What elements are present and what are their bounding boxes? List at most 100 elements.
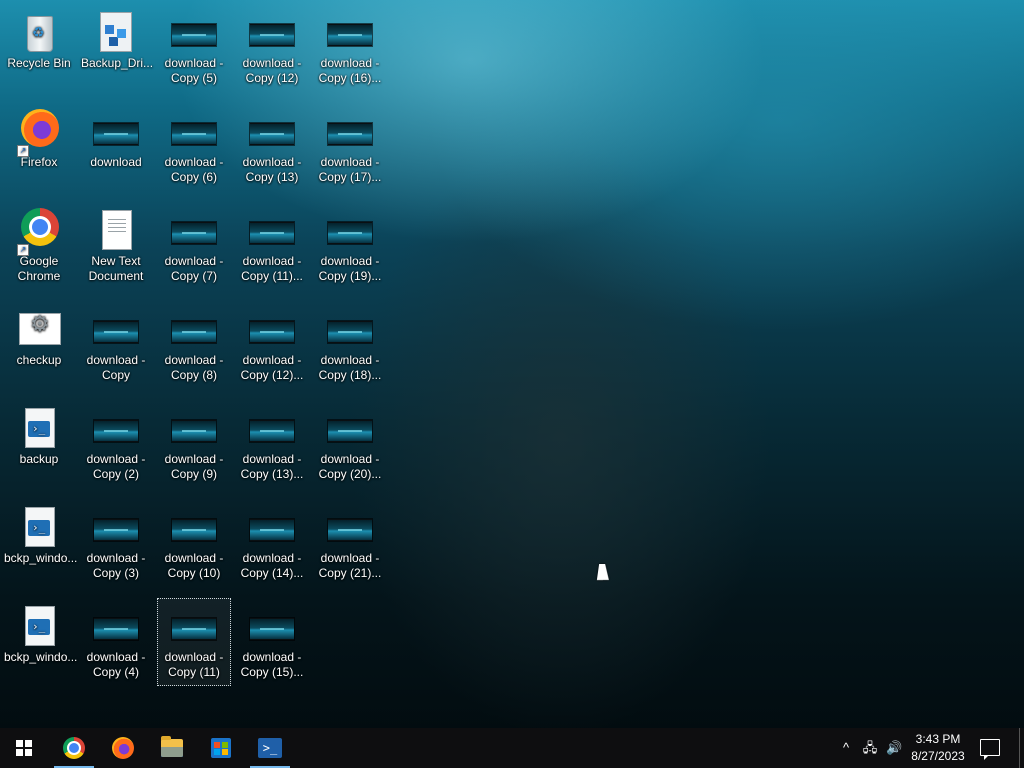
desktop-icon-download-copy-12-b[interactable]: download - Copy (12)... (235, 301, 309, 389)
image-thumbnail-icon (248, 604, 296, 648)
desktop-icon-checkup[interactable]: checkup (2, 301, 76, 389)
image-thumbnail-icon (248, 406, 296, 450)
image-thumbnail-icon (170, 505, 218, 549)
image-thumbnail-icon (326, 406, 374, 450)
icon-label: download - Copy (8) (164, 353, 224, 382)
desktop-icon-bckp-windows-2[interactable]: bckp_windo... (2, 598, 77, 686)
desktop-icon-download-copy-6[interactable]: download - Copy (6) (157, 103, 231, 191)
icon-label: download - Copy (4) (86, 650, 146, 679)
desktop-icon-download-copy[interactable]: download - Copy (79, 301, 153, 389)
folder-icon (161, 736, 183, 757)
desktop-icon-download-copy-13-b[interactable]: download - Copy (13)... (235, 400, 309, 488)
desktop-icon-download-copy-14[interactable]: download - Copy (14)... (235, 499, 309, 587)
desktop-icon-download-copy-4[interactable]: download - Copy (4) (79, 598, 153, 686)
volume-icon[interactable]: 🔊 (886, 740, 902, 756)
taskbar-file-explorer[interactable] (148, 728, 196, 768)
icon-label: download - Copy (12)... (240, 353, 304, 382)
desktop-icon-download-copy-11[interactable]: download - Copy (11) (157, 598, 231, 686)
system-tray: ^ 🖧 🔊 (836, 728, 906, 768)
show-desktop-button[interactable] (1019, 728, 1020, 768)
icon-label: download - Copy (14)... (240, 551, 304, 580)
desktop[interactable]: Recycle Bin ↗ Firefox ↗ Google Chrome ch… (0, 0, 1024, 728)
icon-label: download - Copy (10) (164, 551, 224, 580)
icon-label: download - Copy (15)... (240, 650, 304, 679)
desktop-icon-download-copy-12[interactable]: download - Copy (12) (235, 4, 309, 92)
desktop-icon-download-copy-17[interactable]: download - Copy (17)... (313, 103, 387, 191)
image-thumbnail-icon (170, 406, 218, 450)
chevron-up-icon[interactable]: ^ (838, 740, 854, 756)
icon-label: download - Copy (13)... (240, 452, 304, 481)
desktop-icon-new-text-document[interactable]: New Text Document (79, 202, 153, 290)
image-thumbnail-icon (248, 208, 296, 252)
image-thumbnail-icon (92, 505, 140, 549)
taskbar-firefox[interactable] (99, 728, 147, 768)
icon-label: Firefox (20, 155, 58, 169)
start-button[interactable] (0, 728, 48, 768)
desktop-icon-download-copy-15[interactable]: download - Copy (15)... (235, 598, 309, 686)
image-thumbnail-icon (326, 505, 374, 549)
desktop-icon-download-copy-21[interactable]: download - Copy (21)... (313, 499, 387, 587)
icon-label: download - Copy (16)... (318, 56, 382, 85)
taskbar-chrome[interactable] (50, 728, 98, 768)
taskbar-powershell[interactable]: >_ (246, 728, 294, 768)
icon-label: download - Copy (7) (164, 254, 224, 283)
image-thumbnail-icon (248, 109, 296, 153)
desktop-icon-firefox[interactable]: ↗ Firefox (2, 103, 76, 191)
image-thumbnail-icon (248, 10, 296, 54)
clock-time: 3:43 PM (915, 732, 961, 746)
icon-label: New Text Document (88, 254, 144, 283)
desktop-icon-download-copy-7[interactable]: download - Copy (7) (157, 202, 231, 290)
icon-label: Recycle Bin (7, 56, 71, 70)
desktop-icon-download-copy-3[interactable]: download - Copy (3) (79, 499, 153, 587)
icon-label: download - Copy (20)... (318, 452, 382, 481)
icon-label: download - Copy (2) (86, 452, 146, 481)
desktop-icon-download-copy-8[interactable]: download - Copy (8) (157, 301, 231, 389)
icon-label: download - Copy (18)... (318, 353, 382, 382)
desktop-icon-chrome[interactable]: ↗ Google Chrome (2, 202, 76, 290)
mouse-cursor-icon (596, 564, 612, 580)
desktop-icon-download-copy-19[interactable]: download - Copy (19)... (313, 202, 387, 290)
image-thumbnail-icon (248, 307, 296, 351)
icon-label: download - Copy (3) (86, 551, 146, 580)
text-document-icon (92, 208, 140, 252)
icon-label: backup (19, 452, 59, 466)
notification-center-icon[interactable] (980, 739, 1000, 760)
icon-label: download - Copy (21)... (318, 551, 382, 580)
desktop-icon-download-copy-9[interactable]: download - Copy (9) (157, 400, 231, 488)
taskbar-microsoft-store[interactable] (197, 728, 245, 768)
desktop-icon-backup-drive[interactable]: Backup_Dri... (79, 4, 153, 92)
desktop-icon-recycle-bin[interactable]: Recycle Bin (2, 4, 76, 92)
desktop-icon-download-copy-16[interactable]: download - Copy (16)... (313, 4, 387, 92)
network-icon[interactable]: 🖧 (862, 740, 878, 756)
powershell-icon: >_ (258, 738, 282, 758)
image-thumbnail-icon (92, 109, 140, 153)
desktop-icon-download[interactable]: download (79, 103, 153, 191)
image-thumbnail-icon (92, 604, 140, 648)
image-thumbnail-icon (248, 505, 296, 549)
image-thumbnail-icon (326, 208, 374, 252)
desktop-icon-download-copy-11-b[interactable]: download - Copy (11)... (235, 202, 309, 290)
desktop-icon-download-copy-10[interactable]: download - Copy (10) (157, 499, 231, 587)
image-thumbnail-icon (170, 604, 218, 648)
firefox-icon: ↗ (15, 109, 63, 157)
icon-label: download - Copy (12) (242, 56, 302, 85)
taskbar-clock[interactable]: 3:43 PM 8/27/2023 (906, 731, 970, 765)
desktop-icon-download-copy-5[interactable]: download - Copy (5) (157, 4, 231, 92)
desktop-icon-download-copy-13[interactable]: download - Copy (13) (235, 103, 309, 191)
desktop-icon-download-copy-20[interactable]: download - Copy (20)... (313, 400, 387, 488)
desktop-icon-download-copy-2[interactable]: download - Copy (2) (79, 400, 153, 488)
icon-label: download - Copy (5) (164, 56, 224, 85)
clock-date: 8/27/2023 (911, 749, 965, 763)
icon-label: download - Copy (17)... (318, 155, 382, 184)
image-thumbnail-icon (326, 10, 374, 54)
icon-label: download - Copy (11)... (241, 254, 303, 283)
image-thumbnail-icon (92, 307, 140, 351)
powershell-script-icon (15, 505, 63, 549)
icon-label: download - Copy (86, 353, 146, 382)
windows-logo-icon (16, 740, 32, 756)
powershell-script-icon (15, 604, 63, 648)
desktop-icon-backup[interactable]: backup (2, 400, 76, 488)
desktop-icon-download-copy-18[interactable]: download - Copy (18)... (313, 301, 387, 389)
icon-label: download (90, 155, 142, 169)
desktop-icon-bckp-windows-1[interactable]: bckp_windo... (2, 499, 77, 587)
